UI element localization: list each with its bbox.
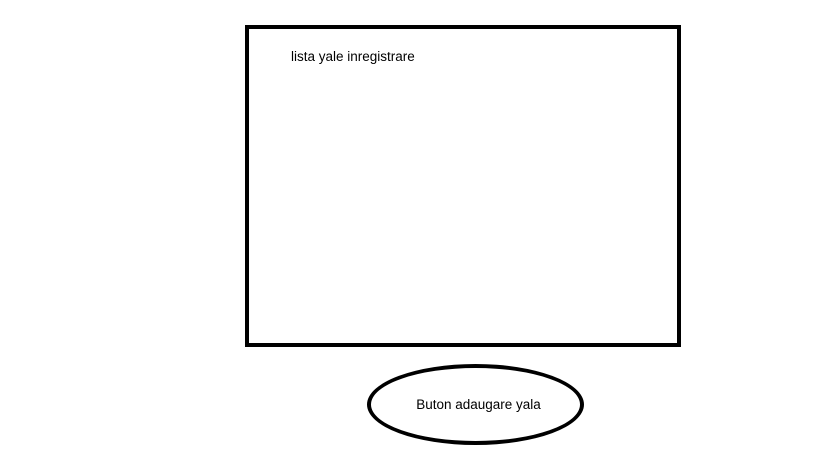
registered-locks-list: lista yale inregistrare: [245, 25, 681, 347]
add-lock-button[interactable]: Buton adaugare yala: [367, 364, 584, 445]
list-title: lista yale inregistrare: [291, 49, 415, 64]
add-lock-button-label: Buton adaugare yala: [416, 397, 541, 412]
